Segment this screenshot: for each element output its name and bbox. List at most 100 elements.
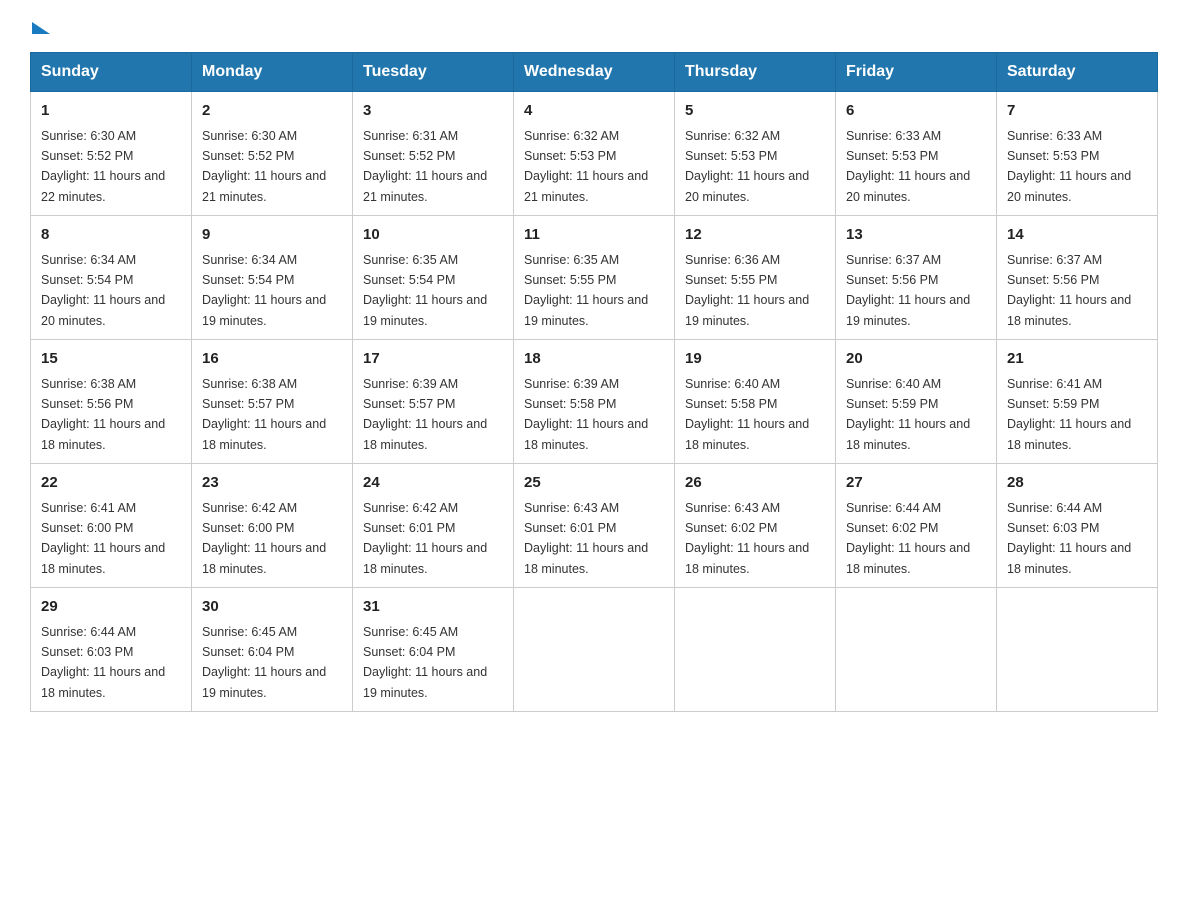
day-info: Sunrise: 6:44 AMSunset: 6:02 PMDaylight:… bbox=[846, 501, 970, 576]
calendar-cell: 17 Sunrise: 6:39 AMSunset: 5:57 PMDayligh… bbox=[353, 340, 514, 464]
day-info: Sunrise: 6:45 AMSunset: 6:04 PMDaylight:… bbox=[363, 625, 487, 700]
calendar-cell bbox=[997, 588, 1158, 712]
calendar-cell: 25Sunrise: 6:43 AMSunset: 6:01 PMDayligh… bbox=[514, 464, 675, 588]
day-info: Sunrise: 6:45 AMSunset: 6:04 PMDaylight:… bbox=[202, 625, 326, 700]
weekday-header-thursday: Thursday bbox=[675, 53, 836, 92]
weekday-header-row: SundayMondayTuesdayWednesdayThursdayFrid… bbox=[31, 53, 1158, 92]
calendar-cell bbox=[836, 588, 997, 712]
calendar-cell: 4 Sunrise: 6:32 AMSunset: 5:53 PMDaylight… bbox=[514, 92, 675, 216]
calendar-cell: 5 Sunrise: 6:32 AMSunset: 5:53 PMDaylight… bbox=[675, 92, 836, 216]
day-number: 28 bbox=[1007, 472, 1147, 495]
day-info: Sunrise: 6:43 AMSunset: 6:01 PMDaylight:… bbox=[524, 501, 648, 576]
calendar-cell: 11 Sunrise: 6:35 AMSunset: 5:55 PMDayligh… bbox=[514, 216, 675, 340]
day-info: Sunrise: 6:43 AMSunset: 6:02 PMDaylight:… bbox=[685, 501, 809, 576]
calendar-cell bbox=[514, 588, 675, 712]
day-info: Sunrise: 6:39 AMSunset: 5:57 PMDaylight:… bbox=[363, 377, 487, 452]
day-info: Sunrise: 6:44 AMSunset: 6:03 PMDaylight:… bbox=[41, 625, 165, 700]
calendar-cell: 10Sunrise: 6:35 AMSunset: 5:54 PMDayligh… bbox=[353, 216, 514, 340]
day-number: 1 bbox=[41, 100, 181, 123]
logo-arrow-icon bbox=[32, 22, 50, 34]
day-number: 23 bbox=[202, 472, 342, 495]
week-row-3: 15 Sunrise: 6:38 AMSunset: 5:56 PMDayligh… bbox=[31, 340, 1158, 464]
calendar-cell: 2 Sunrise: 6:30 AMSunset: 5:52 PMDaylight… bbox=[192, 92, 353, 216]
day-number: 22 bbox=[41, 472, 181, 495]
calendar-cell: 30 Sunrise: 6:45 AMSunset: 6:04 PMDayligh… bbox=[192, 588, 353, 712]
day-info: Sunrise: 6:39 AMSunset: 5:58 PMDaylight:… bbox=[524, 377, 648, 452]
day-number: 12 bbox=[685, 224, 825, 247]
day-number: 29 bbox=[41, 596, 181, 619]
day-info: Sunrise: 6:40 AMSunset: 5:58 PMDaylight:… bbox=[685, 377, 809, 452]
day-info: Sunrise: 6:30 AMSunset: 5:52 PMDaylight:… bbox=[202, 129, 326, 204]
weekday-header-tuesday: Tuesday bbox=[353, 53, 514, 92]
day-number: 30 bbox=[202, 596, 342, 619]
day-info: Sunrise: 6:34 AMSunset: 5:54 PMDaylight:… bbox=[41, 253, 165, 328]
day-number: 4 bbox=[524, 100, 664, 123]
calendar-cell: 24 Sunrise: 6:42 AMSunset: 6:01 PMDayligh… bbox=[353, 464, 514, 588]
page-header bbox=[30, 20, 1158, 34]
day-info: Sunrise: 6:33 AMSunset: 5:53 PMDaylight:… bbox=[846, 129, 970, 204]
calendar-cell: 22 Sunrise: 6:41 AMSunset: 6:00 PMDayligh… bbox=[31, 464, 192, 588]
day-info: Sunrise: 6:35 AMSunset: 5:54 PMDaylight:… bbox=[363, 253, 487, 328]
calendar-table: SundayMondayTuesdayWednesdayThursdayFrid… bbox=[30, 52, 1158, 712]
day-number: 21 bbox=[1007, 348, 1147, 371]
week-row-5: 29 Sunrise: 6:44 AMSunset: 6:03 PMDayligh… bbox=[31, 588, 1158, 712]
calendar-cell: 8 Sunrise: 6:34 AMSunset: 5:54 PMDaylight… bbox=[31, 216, 192, 340]
calendar-cell: 29 Sunrise: 6:44 AMSunset: 6:03 PMDayligh… bbox=[31, 588, 192, 712]
day-info: Sunrise: 6:32 AMSunset: 5:53 PMDaylight:… bbox=[685, 129, 809, 204]
day-number: 13 bbox=[846, 224, 986, 247]
calendar-cell: 13 Sunrise: 6:37 AMSunset: 5:56 PMDayligh… bbox=[836, 216, 997, 340]
calendar-cell: 3Sunrise: 6:31 AMSunset: 5:52 PMDaylight… bbox=[353, 92, 514, 216]
day-info: Sunrise: 6:35 AMSunset: 5:55 PMDaylight:… bbox=[524, 253, 648, 328]
calendar-cell: 20 Sunrise: 6:40 AMSunset: 5:59 PMDayligh… bbox=[836, 340, 997, 464]
day-info: Sunrise: 6:44 AMSunset: 6:03 PMDaylight:… bbox=[1007, 501, 1131, 576]
day-number: 9 bbox=[202, 224, 342, 247]
day-number: 26 bbox=[685, 472, 825, 495]
calendar-cell: 9 Sunrise: 6:34 AMSunset: 5:54 PMDaylight… bbox=[192, 216, 353, 340]
day-number: 7 bbox=[1007, 100, 1147, 123]
day-info: Sunrise: 6:42 AMSunset: 6:01 PMDaylight:… bbox=[363, 501, 487, 576]
calendar-cell: 21 Sunrise: 6:41 AMSunset: 5:59 PMDayligh… bbox=[997, 340, 1158, 464]
day-number: 8 bbox=[41, 224, 181, 247]
logo bbox=[30, 20, 50, 34]
day-number: 17 bbox=[363, 348, 503, 371]
day-info: Sunrise: 6:38 AMSunset: 5:57 PMDaylight:… bbox=[202, 377, 326, 452]
day-info: Sunrise: 6:31 AMSunset: 5:52 PMDaylight:… bbox=[363, 129, 487, 204]
day-number: 2 bbox=[202, 100, 342, 123]
day-number: 19 bbox=[685, 348, 825, 371]
calendar-cell: 26 Sunrise: 6:43 AMSunset: 6:02 PMDayligh… bbox=[675, 464, 836, 588]
day-number: 11 bbox=[524, 224, 664, 247]
calendar-header: SundayMondayTuesdayWednesdayThursdayFrid… bbox=[31, 53, 1158, 92]
calendar-cell: 14Sunrise: 6:37 AMSunset: 5:56 PMDayligh… bbox=[997, 216, 1158, 340]
day-info: Sunrise: 6:41 AMSunset: 5:59 PMDaylight:… bbox=[1007, 377, 1131, 452]
day-info: Sunrise: 6:37 AMSunset: 5:56 PMDaylight:… bbox=[846, 253, 970, 328]
day-number: 14 bbox=[1007, 224, 1147, 247]
day-info: Sunrise: 6:32 AMSunset: 5:53 PMDaylight:… bbox=[524, 129, 648, 204]
day-info: Sunrise: 6:42 AMSunset: 6:00 PMDaylight:… bbox=[202, 501, 326, 576]
day-info: Sunrise: 6:34 AMSunset: 5:54 PMDaylight:… bbox=[202, 253, 326, 328]
day-number: 5 bbox=[685, 100, 825, 123]
calendar-cell: 28 Sunrise: 6:44 AMSunset: 6:03 PMDayligh… bbox=[997, 464, 1158, 588]
day-number: 31 bbox=[363, 596, 503, 619]
weekday-header-friday: Friday bbox=[836, 53, 997, 92]
week-row-4: 22 Sunrise: 6:41 AMSunset: 6:00 PMDayligh… bbox=[31, 464, 1158, 588]
day-number: 6 bbox=[846, 100, 986, 123]
calendar-cell: 6 Sunrise: 6:33 AMSunset: 5:53 PMDaylight… bbox=[836, 92, 997, 216]
calendar-cell: 23 Sunrise: 6:42 AMSunset: 6:00 PMDayligh… bbox=[192, 464, 353, 588]
day-info: Sunrise: 6:41 AMSunset: 6:00 PMDaylight:… bbox=[41, 501, 165, 576]
calendar-cell bbox=[675, 588, 836, 712]
calendar-cell: 31 Sunrise: 6:45 AMSunset: 6:04 PMDayligh… bbox=[353, 588, 514, 712]
day-number: 15 bbox=[41, 348, 181, 371]
day-number: 20 bbox=[846, 348, 986, 371]
calendar-body: 1 Sunrise: 6:30 AMSunset: 5:52 PMDaylight… bbox=[31, 92, 1158, 712]
day-info: Sunrise: 6:30 AMSunset: 5:52 PMDaylight:… bbox=[41, 129, 165, 204]
day-number: 27 bbox=[846, 472, 986, 495]
weekday-header-sunday: Sunday bbox=[31, 53, 192, 92]
calendar-cell: 27 Sunrise: 6:44 AMSunset: 6:02 PMDayligh… bbox=[836, 464, 997, 588]
day-info: Sunrise: 6:40 AMSunset: 5:59 PMDaylight:… bbox=[846, 377, 970, 452]
day-info: Sunrise: 6:38 AMSunset: 5:56 PMDaylight:… bbox=[41, 377, 165, 452]
week-row-2: 8 Sunrise: 6:34 AMSunset: 5:54 PMDaylight… bbox=[31, 216, 1158, 340]
day-number: 24 bbox=[363, 472, 503, 495]
calendar-cell: 18Sunrise: 6:39 AMSunset: 5:58 PMDayligh… bbox=[514, 340, 675, 464]
calendar-cell: 19 Sunrise: 6:40 AMSunset: 5:58 PMDayligh… bbox=[675, 340, 836, 464]
calendar-cell: 7Sunrise: 6:33 AMSunset: 5:53 PMDaylight… bbox=[997, 92, 1158, 216]
